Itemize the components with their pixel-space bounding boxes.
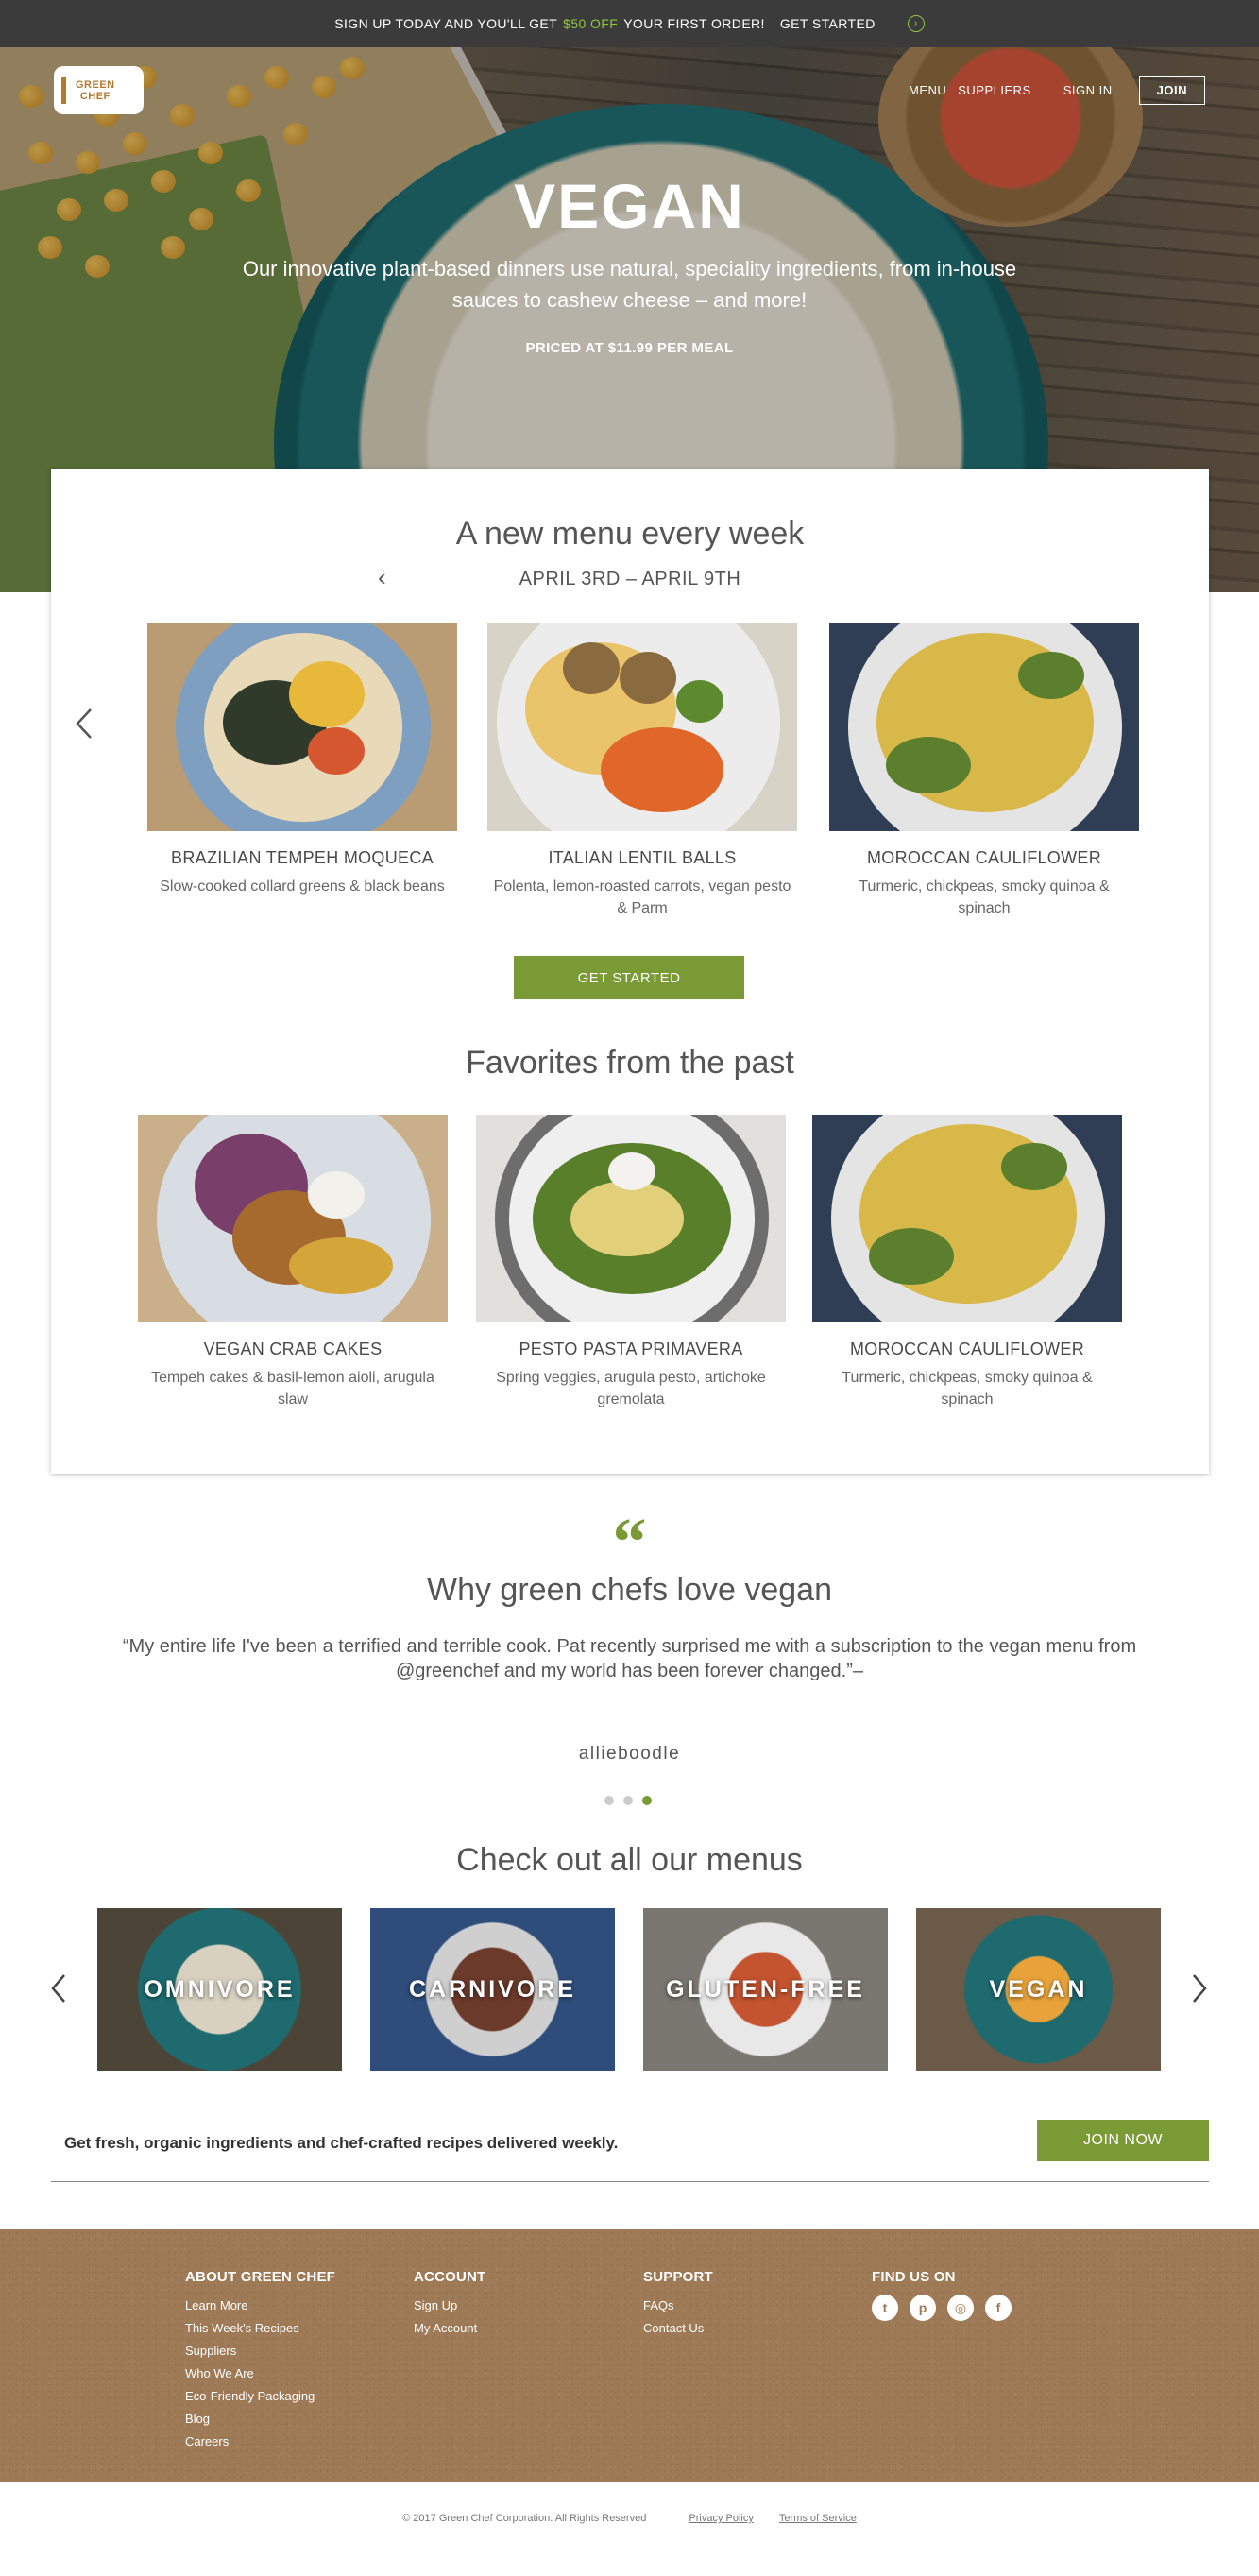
testimonial-author: allieboodle: [578, 1744, 681, 1764]
menu-tile-label[interactable]: VEGAN: [990, 1976, 1088, 2004]
footer-link[interactable]: Eco-Friendly Packaging: [185, 2385, 335, 2408]
promo-text: SIGN UP TODAY AND YOU'LL GET: [334, 16, 558, 31]
copyright-text: © 2017 Green Chef Corporation. All Right…: [402, 2513, 647, 2524]
dish-image[interactable]: [138, 1115, 448, 1322]
menus-next-icon[interactable]: [1188, 1970, 1211, 2007]
menu-tile-vegan[interactable]: VEGAN: [916, 1908, 1161, 2071]
nav-suppliers-link[interactable]: SUPPLIERS: [958, 83, 1030, 97]
footer-heading: ACCOUNT: [414, 2269, 486, 2285]
footer-about-column: ABOUT GREEN CHEF Learn More This Week's …: [185, 2269, 335, 2453]
dish-image[interactable]: [476, 1115, 786, 1322]
nav-signin-link[interactable]: SIGN IN: [1063, 83, 1113, 97]
footer-link[interactable]: Blog: [185, 2408, 335, 2431]
terms-of-service-link[interactable]: Terms of Service: [779, 2513, 857, 2524]
footer-link[interactable]: Learn More: [185, 2295, 335, 2317]
dish-card[interactable]: BRAZILIAN TEMPEH MOQUECA Slow-cooked col…: [147, 623, 457, 897]
pagination-dot[interactable]: [623, 1796, 633, 1805]
testimonial-quote: “My entire life I've been a terrified an…: [122, 1636, 1137, 1681]
pinterest-icon[interactable]: p: [910, 2295, 936, 2321]
dish-card[interactable]: MOROCCAN CAULIFLOWER Turmeric, chickpeas…: [812, 1115, 1122, 1410]
dish-image[interactable]: [812, 1115, 1122, 1322]
footer-link[interactable]: Careers: [185, 2431, 335, 2453]
footer-support-column: SUPPORT FAQs Contact Us: [643, 2269, 713, 2340]
menus-prev-icon[interactable]: [47, 1970, 70, 2007]
footer: ABOUT GREEN CHEF Learn More This Week's …: [0, 2229, 1259, 2482]
promo-get-started-link[interactable]: GET STARTED: [780, 16, 876, 31]
week-date-range: APRIL 3RD – APRIL 9TH: [519, 569, 741, 589]
dish-name[interactable]: MOROCCAN CAULIFLOWER: [812, 1339, 1122, 1359]
carousel-prev-icon[interactable]: [70, 700, 98, 747]
past-favorites-title: Favorites from the past: [466, 1045, 794, 1081]
dish-image[interactable]: [147, 623, 457, 831]
twitter-icon[interactable]: t: [872, 2295, 898, 2321]
facebook-icon[interactable]: f: [985, 2295, 1012, 2321]
dish-description: Spring veggies, arugula pesto, artichoke…: [496, 1370, 766, 1407]
menu-tile-label[interactable]: OMNIVORE: [144, 1976, 295, 2004]
footer-heading: ABOUT GREEN CHEF: [185, 2269, 336, 2285]
privacy-policy-link[interactable]: Privacy Policy: [689, 2513, 753, 2524]
menu-tile-omnivore[interactable]: OMNIVORE: [97, 1908, 342, 2071]
pagination-dot[interactable]: [604, 1796, 614, 1805]
hero-title: VEGAN: [514, 171, 745, 241]
dish-card[interactable]: VEGAN CRAB CAKES Tempeh cakes & basil-le…: [138, 1115, 448, 1410]
promo-text-after: YOUR FIRST ORDER!: [623, 16, 765, 31]
dish-card[interactable]: PESTO PASTA PRIMAVERA Spring veggies, ar…: [476, 1115, 786, 1410]
footer-link[interactable]: Contact Us: [643, 2317, 713, 2340]
footer-link[interactable]: Sign Up: [414, 2295, 485, 2317]
dish-description: Polenta, lemon-roasted carrots, vegan pe…: [493, 879, 791, 916]
footer-link[interactable]: This Week's Recipes: [185, 2317, 335, 2340]
green-chef-logo[interactable]: GREEN CHEF: [54, 66, 144, 114]
testimonial-title: Why green chefs love vegan: [426, 1572, 833, 1608]
dish-image[interactable]: [829, 623, 1139, 831]
logo-line-1: GREEN: [76, 78, 115, 91]
footer-link[interactable]: My Account: [414, 2317, 485, 2340]
chevron-right-circle-icon[interactable]: ›: [907, 15, 925, 32]
menu-tile-label[interactable]: CARNIVORE: [409, 1976, 576, 2004]
dish-name[interactable]: ITALIAN LENTIL BALLS: [487, 848, 797, 868]
dish-name[interactable]: PESTO PASTA PRIMAVERA: [476, 1339, 786, 1359]
footer-account-column: ACCOUNT Sign Up My Account: [414, 2269, 485, 2340]
legal-bar: © 2017 Green Chef Corporation. All Right…: [0, 2513, 1259, 2524]
pagination-dot-active[interactable]: [642, 1796, 652, 1805]
promo-discount: $50 OFF: [563, 16, 619, 31]
footer-social-column: FIND US ON t p ◎ f: [872, 2269, 1012, 2321]
dish-name[interactable]: VEGAN CRAB CAKES: [138, 1339, 448, 1359]
top-nav: MENU SUPPLIERS SIGN IN JOIN: [897, 76, 1205, 105]
dish-name[interactable]: MOROCCAN CAULIFLOWER: [829, 848, 1139, 868]
hero-subtitle: Our innovative plant-based dinners use n…: [242, 257, 1017, 312]
footer-heading: FIND US ON: [872, 2269, 956, 2285]
dish-card[interactable]: ITALIAN LENTIL BALLS Polenta, lemon-roas…: [487, 623, 797, 919]
menu-card: A new menu every week ‹ APRIL 3RD – APRI…: [51, 469, 1209, 1474]
dish-name[interactable]: BRAZILIAN TEMPEH MOQUECA: [147, 848, 457, 868]
logo-line-2: CHEF: [79, 90, 111, 102]
weekly-menu-title: A new menu every week: [455, 516, 805, 552]
footer-link[interactable]: Who We Are: [185, 2363, 335, 2385]
menu-tile-label[interactable]: GLUTEN-FREE: [666, 1976, 865, 2004]
footer-link[interactable]: FAQs: [643, 2295, 713, 2317]
footer-link[interactable]: Suppliers: [185, 2340, 335, 2363]
hero-price: PRICED AT $11.99 PER MEAL: [525, 340, 734, 356]
all-menus-title: Check out all our menus: [456, 1842, 803, 1878]
dish-image[interactable]: [487, 623, 797, 831]
quote-icon: “: [612, 1504, 647, 1579]
signup-message: Get fresh, organic ingredients and chef-…: [64, 2134, 619, 2152]
nav-menu-link[interactable]: MENU: [909, 83, 946, 97]
promo-bar: SIGN UP TODAY AND YOU'LL GET $50 OFF YOU…: [0, 0, 1259, 47]
nav-join-button[interactable]: JOIN: [1138, 76, 1205, 105]
footer-heading: SUPPORT: [643, 2269, 713, 2285]
dish-description: Slow-cooked collard greens & black beans: [160, 879, 445, 895]
instagram-icon[interactable]: ◎: [947, 2295, 974, 2321]
join-now-button[interactable]: JOIN NOW: [1037, 2120, 1209, 2161]
get-started-button[interactable]: GET STARTED: [514, 956, 744, 999]
menu-tile-carnivore[interactable]: CARNIVORE: [370, 1908, 615, 2071]
menu-tile-gluten-free[interactable]: GLUTEN-FREE: [643, 1908, 888, 2071]
dish-description: Turmeric, chickpeas, smoky quinoa & spin…: [859, 879, 1110, 916]
dish-description: Tempeh cakes & basil-lemon aioli, arugul…: [151, 1370, 434, 1407]
dish-card[interactable]: MOROCCAN CAULIFLOWER Turmeric, chickpeas…: [829, 623, 1139, 919]
testimonial-pagination: [604, 1796, 652, 1805]
dish-description: Turmeric, chickpeas, smoky quinoa & spin…: [842, 1370, 1093, 1407]
signup-bar: Get fresh, organic ingredients and chef-…: [51, 2120, 1209, 2182]
